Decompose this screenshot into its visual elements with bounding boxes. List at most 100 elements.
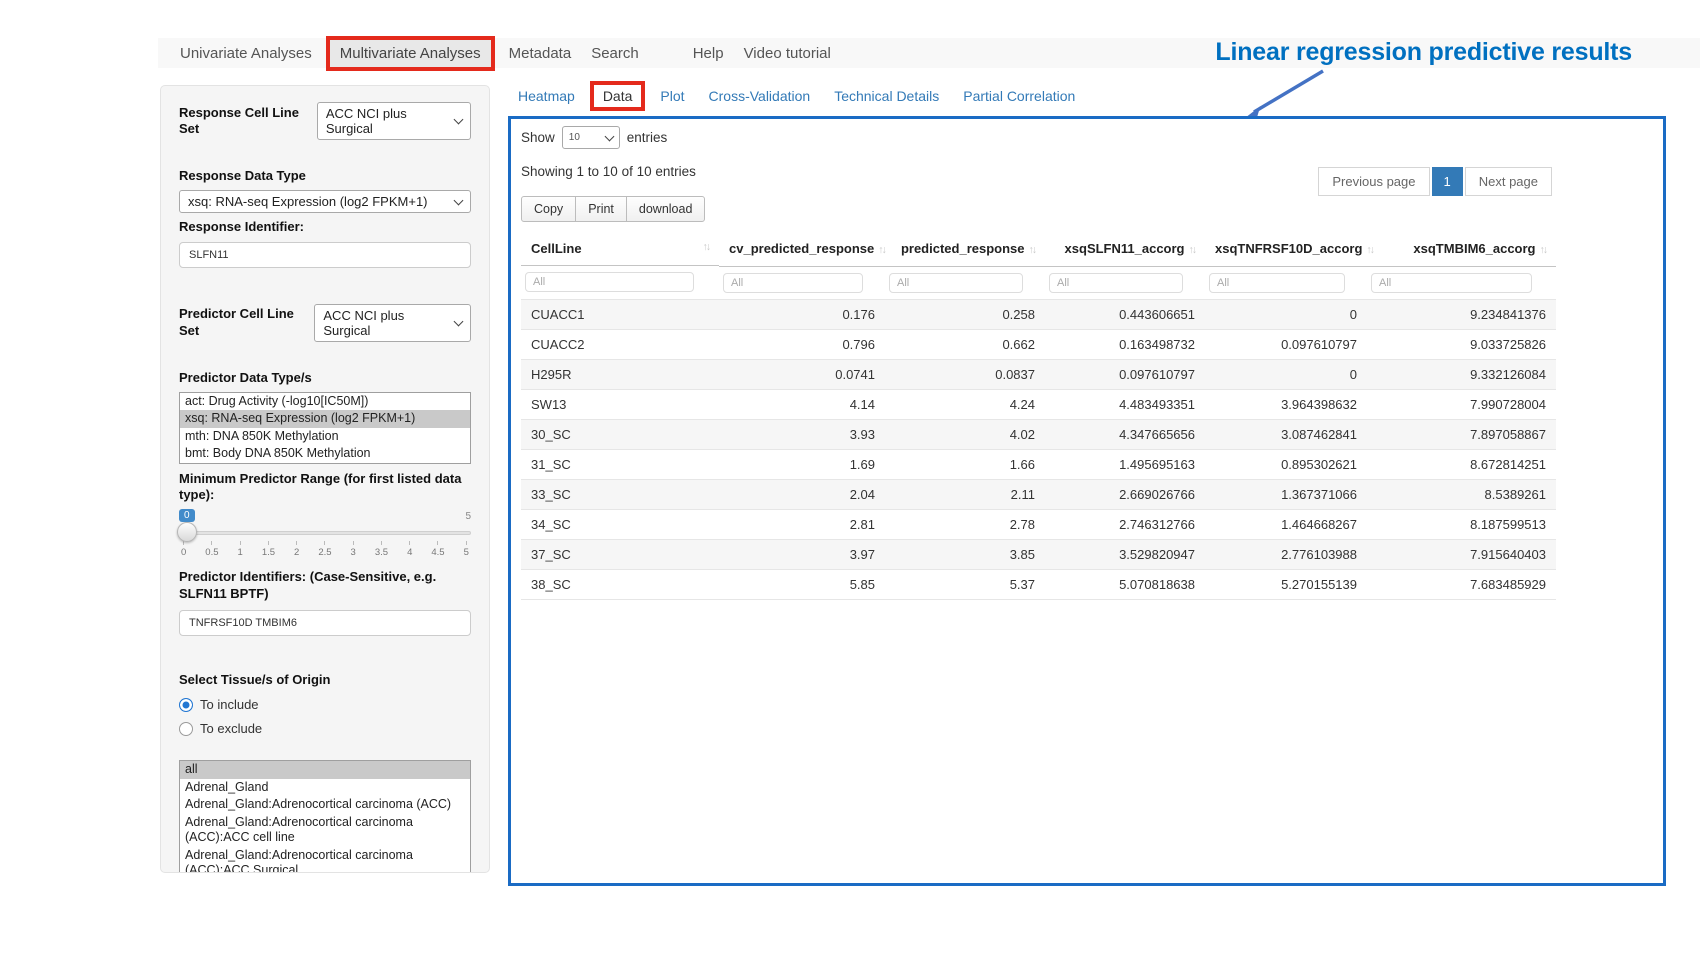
- sort-icon[interactable]: ↑↓: [1540, 244, 1547, 256]
- cell-line-name: 38_SC: [521, 569, 719, 599]
- tissue-option-adrenal-gland-adrenocortical-carcinoma-a[interactable]: Adrenal_Gland:Adrenocortical carcinoma (…: [180, 796, 470, 814]
- predictor-cell-line-set-select[interactable]: ACC NCI plus Surgical: [314, 304, 471, 342]
- table-row-31-sc: 31_SC1.691.661.4956951630.8953026218.672…: [521, 449, 1556, 479]
- value-cell: 1.69: [719, 449, 885, 479]
- predictor-option-act-drug-activity-log10-ic50m[interactable]: act: Drug Activity (-log10[IC50M]): [180, 393, 470, 411]
- column-header-predicted-response[interactable]: predicted_response ↑↓: [885, 232, 1045, 266]
- tab-cross-validation[interactable]: Cross-Validation: [709, 88, 811, 104]
- nav-item-help[interactable]: Help: [683, 40, 734, 67]
- radio-to-include[interactable]: To include: [179, 697, 471, 712]
- value-cell: 0.0837: [885, 359, 1045, 389]
- value-cell: 1.66: [885, 449, 1045, 479]
- table-row-cuacc2: CUACC20.7960.6620.1634987320.0976107979.…: [521, 329, 1556, 359]
- annotation-box-data-tab: Data: [590, 81, 646, 111]
- column-header-cv-predicted-response[interactable]: cv_predicted_response ↑↓: [719, 232, 885, 266]
- nav-item-metadata[interactable]: Metadata: [499, 40, 582, 67]
- column-header-xsqtmbim6-accorg[interactable]: xsqTMBIM6_accorg↑↓: [1367, 232, 1556, 266]
- previous-page-button[interactable]: Previous page: [1318, 167, 1429, 196]
- radio-to-exclude-label: To exclude: [200, 721, 262, 736]
- print-button[interactable]: Print: [575, 196, 627, 222]
- cell-line-name: SW13: [521, 389, 719, 419]
- next-page-button[interactable]: Next page: [1465, 167, 1552, 196]
- slider-tick: 2: [294, 541, 299, 558]
- column-header-cellline[interactable]: CellLine↑↓: [521, 232, 719, 266]
- filter-input-xsqtnfrsf10d-accorg[interactable]: [1209, 273, 1345, 293]
- slider-track[interactable]: [179, 531, 471, 535]
- value-cell: 5.85: [719, 569, 885, 599]
- cell-line-name: 33_SC: [521, 479, 719, 509]
- tissue-option-adrenal-gland-adrenocortical-carcinoma-a[interactable]: Adrenal_Gland:Adrenocortical carcinoma (…: [180, 847, 470, 874]
- response-data-type-value: xsq: RNA-seq Expression (log2 FPKM+1): [188, 194, 428, 209]
- slider-value-badge: 0: [179, 509, 195, 522]
- radio-to-exclude[interactable]: To exclude: [179, 721, 471, 736]
- tissue-option-adrenal-gland[interactable]: Adrenal_Gland: [180, 779, 470, 797]
- current-page-button[interactable]: 1: [1432, 167, 1463, 196]
- value-cell: 0: [1205, 359, 1367, 389]
- slider-handle[interactable]: [177, 522, 197, 542]
- value-cell: 7.990728004: [1367, 389, 1556, 419]
- value-cell: 5.37: [885, 569, 1045, 599]
- show-entries-select[interactable]: 10: [562, 126, 620, 149]
- value-cell: 1.367371066: [1205, 479, 1367, 509]
- filter-input-predicted-response[interactable]: [889, 273, 1023, 293]
- tissue-option-adrenal-gland-adrenocortical-carcinoma-a[interactable]: Adrenal_Gland:Adrenocortical carcinoma (…: [180, 814, 470, 847]
- column-header-xsqslfn11-accorg[interactable]: xsqSLFN11_accorg↑↓: [1045, 232, 1205, 266]
- filter-input-cv-predicted-response[interactable]: [723, 273, 863, 293]
- table-row-cuacc1: CUACC10.1760.2580.44360665109.234841376: [521, 299, 1556, 329]
- tab-data[interactable]: Data: [603, 88, 633, 104]
- sidebar-panel: Response Cell Line Set ACC NCI plus Surg…: [160, 85, 490, 873]
- predictor-option-bmt-body-dna-850k-methylation[interactable]: bmt: Body DNA 850K Methylation: [180, 445, 470, 463]
- sort-icon[interactable]: ↑↓: [703, 241, 710, 256]
- nav-item-video-tutorial[interactable]: Video tutorial: [734, 40, 841, 67]
- cell-line-name: 31_SC: [521, 449, 719, 479]
- sort-icon[interactable]: ↑↓: [1189, 244, 1196, 256]
- sort-icon[interactable]: ↑↓: [878, 244, 885, 256]
- table-row-34-sc: 34_SC2.812.782.7463127661.4646682678.187…: [521, 509, 1556, 539]
- response-data-type-select[interactable]: xsq: RNA-seq Expression (log2 FPKM+1): [179, 190, 471, 213]
- value-cell: 0.258: [885, 299, 1045, 329]
- column-label: predicted_response: [901, 241, 1025, 256]
- slider-tick: 1.5: [262, 541, 275, 558]
- cell-line-name: CUACC2: [521, 329, 719, 359]
- slider-tick: 4: [407, 541, 412, 558]
- value-cell: 0.443606651: [1045, 299, 1205, 329]
- filter-input-cellline[interactable]: [525, 272, 694, 292]
- nav-item-multivariate-analyses[interactable]: Multivariate Analyses: [330, 40, 491, 67]
- value-cell: 2.669026766: [1045, 479, 1205, 509]
- response-cell-line-set-select[interactable]: ACC NCI plus Surgical: [317, 102, 471, 140]
- value-cell: 4.347665656: [1045, 419, 1205, 449]
- tab-heatmap[interactable]: Heatmap: [518, 88, 575, 104]
- tab-partial-correlation[interactable]: Partial Correlation: [963, 88, 1075, 104]
- value-cell: 3.97: [719, 539, 885, 569]
- column-header-xsqtnfrsf10d-accorg[interactable]: xsqTNFRSF10D_accorg↑↓: [1205, 232, 1367, 266]
- value-cell: 8.187599513: [1367, 509, 1556, 539]
- response-identifier-input[interactable]: [179, 242, 471, 268]
- column-label: xsqTNFRSF10D_accorg: [1215, 241, 1362, 256]
- predictor-identifiers-input[interactable]: [179, 610, 471, 636]
- cell-line-name: CUACC1: [521, 299, 719, 329]
- tab-plot[interactable]: Plot: [660, 88, 684, 104]
- sort-icon[interactable]: ↑↓: [1029, 244, 1036, 256]
- predictor-option-mth-dna-850k-methylation[interactable]: mth: DNA 850K Methylation: [180, 428, 470, 446]
- nav-item-search[interactable]: Search: [581, 40, 649, 67]
- value-cell: 3.087462841: [1205, 419, 1367, 449]
- tissue-option-all[interactable]: all: [180, 761, 470, 779]
- chevron-down-icon: [604, 132, 614, 142]
- filter-input-xsqtmbim6-accorg[interactable]: [1371, 273, 1532, 293]
- download-button[interactable]: download: [626, 196, 706, 222]
- filter-input-xsqslfn11-accorg[interactable]: [1049, 273, 1183, 293]
- response-cell-line-set-value: ACC NCI plus Surgical: [326, 106, 447, 136]
- results-panel: Show 10 entries Showing 1 to 10 of 10 en…: [508, 116, 1666, 886]
- slider-tick: 2.5: [318, 541, 331, 558]
- predictor-option-xsq-rna-seq-expression-log2-fpkm-1[interactable]: xsq: RNA-seq Expression (log2 FPKM+1): [180, 410, 470, 428]
- value-cell: 4.24: [885, 389, 1045, 419]
- value-cell: 8.672814251: [1367, 449, 1556, 479]
- copy-button[interactable]: Copy: [521, 196, 576, 222]
- radio-to-include-label: To include: [200, 697, 259, 712]
- tab-technical-details[interactable]: Technical Details: [834, 88, 939, 104]
- nav-item-univariate-analyses[interactable]: Univariate Analyses: [170, 40, 322, 67]
- column-label: cv_predicted_response: [729, 241, 874, 256]
- value-cell: 0.662: [885, 329, 1045, 359]
- sort-icon[interactable]: ↑↓: [1366, 244, 1373, 256]
- response-identifier-label: Response Identifier:: [179, 219, 471, 235]
